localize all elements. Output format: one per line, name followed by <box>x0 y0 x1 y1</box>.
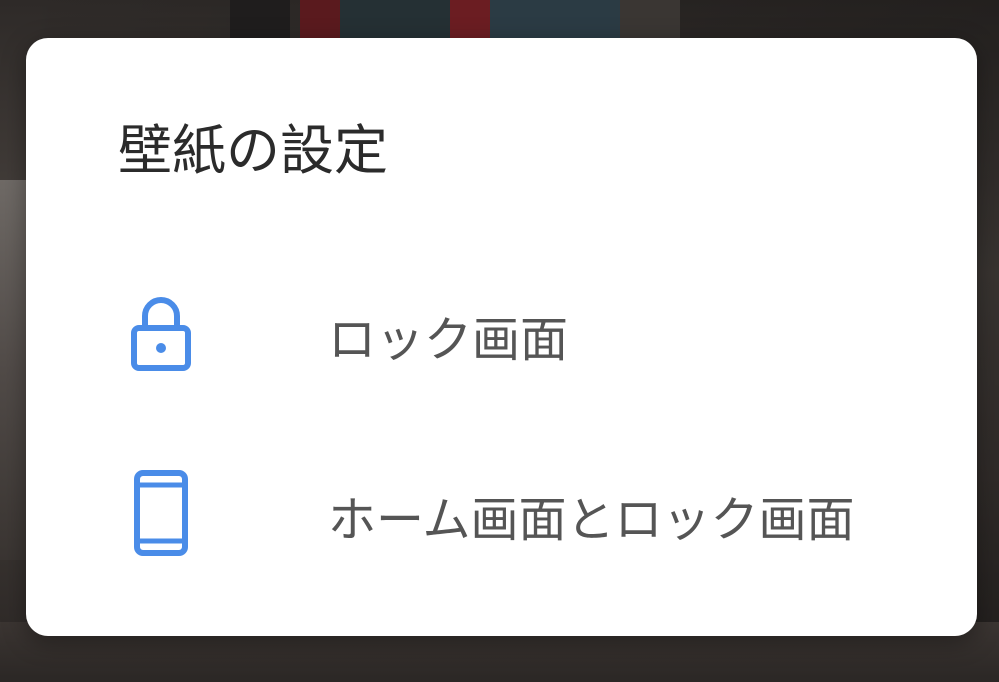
lock-icon <box>126 290 196 380</box>
phone-icon <box>126 469 196 559</box>
home-and-lock-screen-option[interactable]: ホーム画面とロック画面 <box>26 443 977 593</box>
home-and-lock-screen-label: ホーム画面とロック画面 <box>328 492 855 548</box>
lock-screen-label: ロック画面 <box>328 312 569 368</box>
set-wallpaper-dialog: 壁紙の設定 ロック画面 ホーム画面とロック画面 <box>26 38 977 636</box>
dialog-title: 壁紙の設定 <box>118 119 388 182</box>
lock-screen-option[interactable]: ロック画面 <box>26 263 977 413</box>
